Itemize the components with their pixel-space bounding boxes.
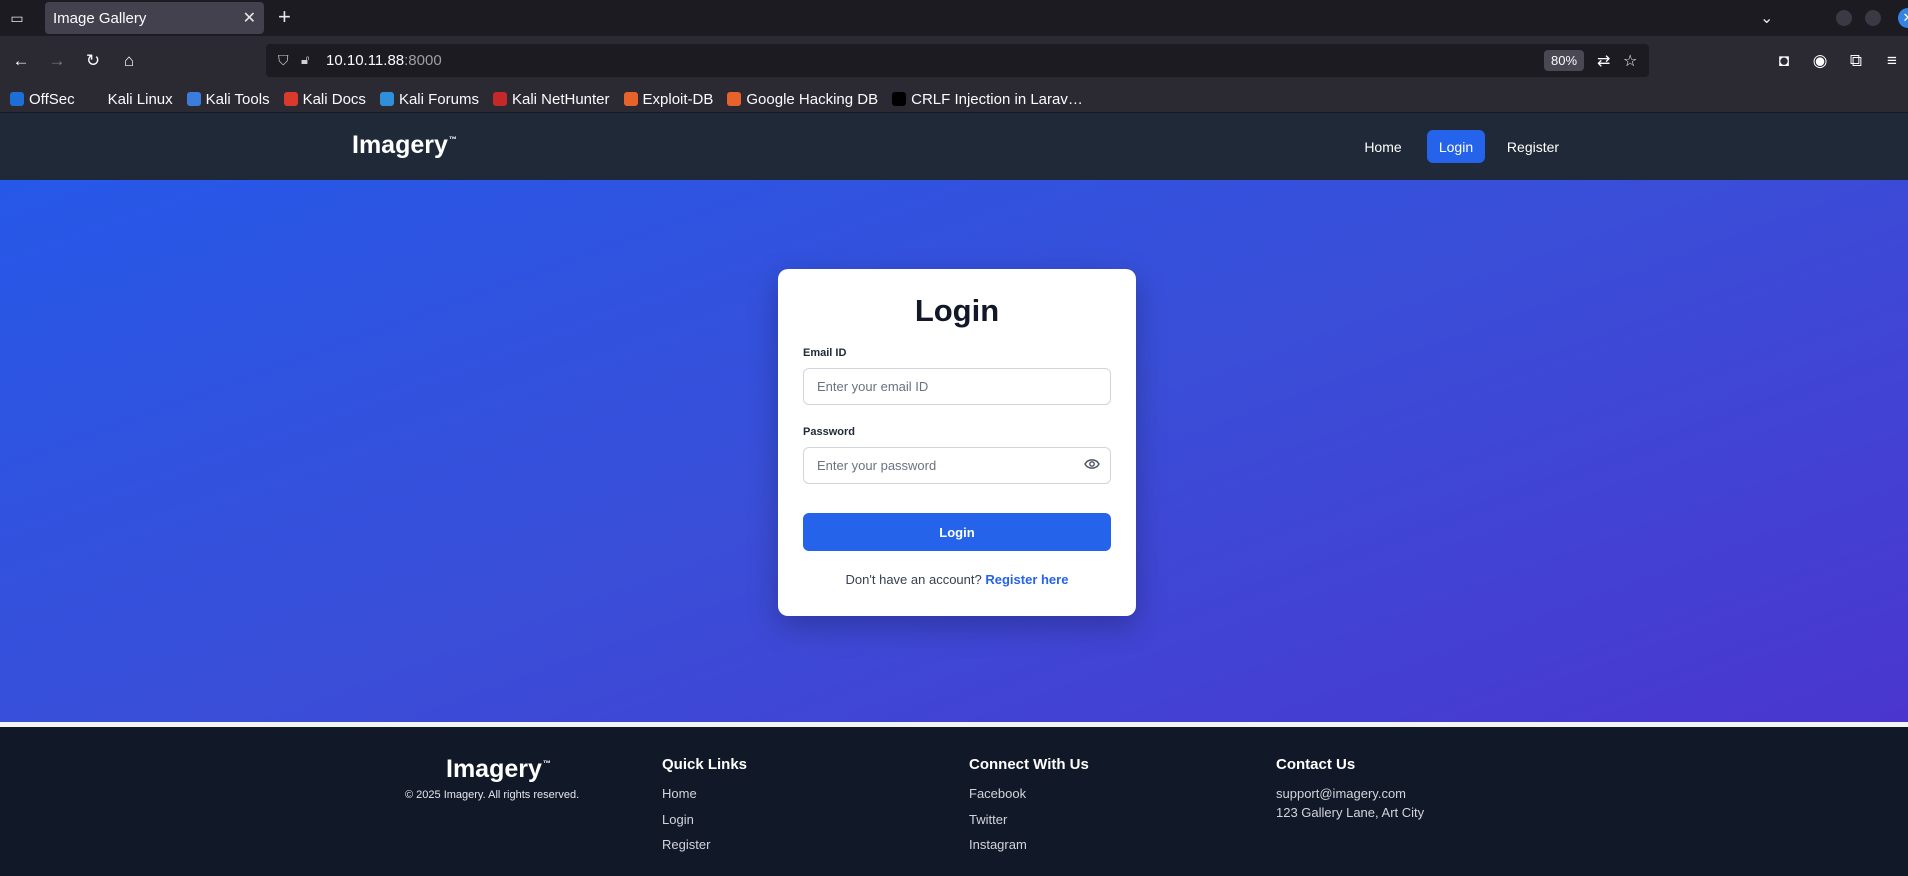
url-text[interactable]: 10.10.11.88:8000 <box>326 52 442 69</box>
email-label: Email ID <box>803 347 847 359</box>
site-footer: Imagery™ © 2025 Imagery. All rights rese… <box>0 727 1908 876</box>
contact-heading: Contact Us <box>1276 756 1356 773</box>
site-logo[interactable]: Imagery™ <box>352 131 457 160</box>
bookmarks-bar: OffSec Kali Linux Kali Tools Kali Docs Kali … <box>0 86 1908 112</box>
footer-link-facebook[interactable]: Facebook <box>969 786 1026 801</box>
kali-dragon-icon <box>88 92 103 106</box>
dev-icon <box>892 92 907 106</box>
nav-home[interactable]: Home <box>1355 130 1411 163</box>
bookmark-item[interactable]: OffSec <box>10 91 75 108</box>
footer-link-login[interactable]: Login <box>662 812 694 827</box>
connect-heading: Connect With Us <box>969 756 1089 773</box>
footer-link-home[interactable]: Home <box>662 786 697 801</box>
zoom-level[interactable]: 80% <box>1544 50 1584 71</box>
kali-forums-icon <box>379 92 394 106</box>
bookmark-label: Google Hacking DB <box>746 90 879 108</box>
exploit-db-icon <box>623 92 638 106</box>
bookmark-label: OffSec <box>29 90 75 108</box>
register-prompt: Don't have an account? Register here <box>778 572 1136 587</box>
tab-list-icon[interactable]: ▭ <box>8 9 26 27</box>
password-field[interactable] <box>803 447 1111 484</box>
bookmark-item[interactable]: Kali Linux <box>88 90 173 108</box>
bookmark-label: Kali NetHunter <box>511 90 610 108</box>
footer-link-register[interactable]: Register <box>662 837 710 852</box>
new-tab-icon[interactable]: + <box>278 6 291 28</box>
bookmark-item[interactable]: Kali Docs <box>283 90 366 108</box>
email-field[interactable] <box>803 368 1111 405</box>
nav-register[interactable]: Register <box>1500 130 1566 163</box>
kali-tools-icon <box>186 92 201 106</box>
insecure-lock-icon[interactable]: 🔓︎ <box>301 52 309 68</box>
bookmark-label: Exploit-DB <box>642 90 714 108</box>
site-header: Imagery™ Home Login Register <box>0 113 1908 180</box>
bookmark-item[interactable]: Exploit-DB <box>623 90 714 108</box>
minimize-window-icon[interactable] <box>1836 10 1852 26</box>
login-button[interactable]: Login <box>803 513 1111 551</box>
chevron-down-icon[interactable]: ⌄ <box>1760 8 1773 28</box>
kali-docs-icon <box>283 92 298 106</box>
no-account-text: Don't have an account? <box>845 572 982 587</box>
nethunter-icon <box>492 92 507 106</box>
login-title: Login <box>914 293 1000 328</box>
browser-toolbar: ← → ↻ ⌂ ⛉ 🔓︎ 10.10.11.88:8000 80% ⇄ ☆ ◘ … <box>0 36 1908 86</box>
copyright-text: © 2025 Imagery. All rights reserved. <box>405 789 580 801</box>
bookmark-label: Kali Linux <box>107 90 173 108</box>
offsec-icon <box>10 92 24 106</box>
login-card: Login Email ID Password Login Don't have… <box>778 269 1136 616</box>
translate-icon[interactable]: ⇄ <box>1597 51 1610 71</box>
bookmark-item[interactable]: CRLF Injection in Larav… <box>892 91 1083 108</box>
footer-logo: Imagery™ <box>446 755 551 783</box>
menu-icon[interactable]: ≡ <box>1881 50 1903 72</box>
shield-icon[interactable]: ⛉ <box>278 52 289 69</box>
bookmark-item[interactable]: Kali Tools <box>186 90 270 108</box>
extensions-icon[interactable]: ⧉ <box>1845 50 1867 72</box>
bookmark-item[interactable]: Kali Forums <box>379 90 479 108</box>
bookmark-star-icon[interactable]: ☆ <box>1623 51 1637 71</box>
contact-address: 123 Gallery Lane, Art City <box>1276 805 1425 820</box>
maximize-window-icon[interactable] <box>1865 10 1881 26</box>
show-password-icon[interactable] <box>1084 458 1100 470</box>
footer-link-instagram[interactable]: Instagram <box>969 837 1027 852</box>
browser-tab[interactable]: Image Gallery ✕ <box>45 2 264 34</box>
password-label: Password <box>803 426 855 438</box>
bookmark-item[interactable]: Google Hacking DB <box>727 91 878 108</box>
forward-icon[interactable]: → <box>46 50 68 72</box>
quick-links-heading: Quick Links <box>662 756 748 773</box>
reload-icon[interactable]: ↻ <box>82 50 104 72</box>
url-bar[interactable]: ⛉ 🔓︎ 10.10.11.88:8000 80% ⇄ ☆ <box>266 44 1649 77</box>
account-icon[interactable]: ◉ <box>1809 50 1831 72</box>
home-icon[interactable]: ⌂ <box>118 50 140 72</box>
bookmark-label: Kali Tools <box>205 90 270 108</box>
bookmark-label: CRLF Injection in Larav… <box>911 90 1083 108</box>
bookmark-label: Kali Forums <box>398 90 479 108</box>
close-window-icon[interactable]: ✕ <box>1898 8 1908 28</box>
bookmark-item[interactable]: Kali NetHunter <box>492 90 610 108</box>
tab-title: Image Gallery <box>53 9 147 27</box>
bookmark-label: Kali Docs <box>302 90 366 108</box>
register-here-link[interactable]: Register here <box>985 572 1068 587</box>
browser-tab-bar: ▭ Image Gallery ✕ + ⌄ ✕ <box>0 0 1908 36</box>
back-icon[interactable]: ← <box>10 50 32 72</box>
contact-email: support@imagery.com <box>1276 786 1406 801</box>
nav-login[interactable]: Login <box>1427 130 1485 163</box>
pocket-icon[interactable]: ◘ <box>1773 50 1795 72</box>
tab-close-icon[interactable]: ✕ <box>243 8 256 28</box>
ghdb-icon <box>727 92 742 106</box>
footer-link-twitter[interactable]: Twitter <box>969 812 1007 827</box>
